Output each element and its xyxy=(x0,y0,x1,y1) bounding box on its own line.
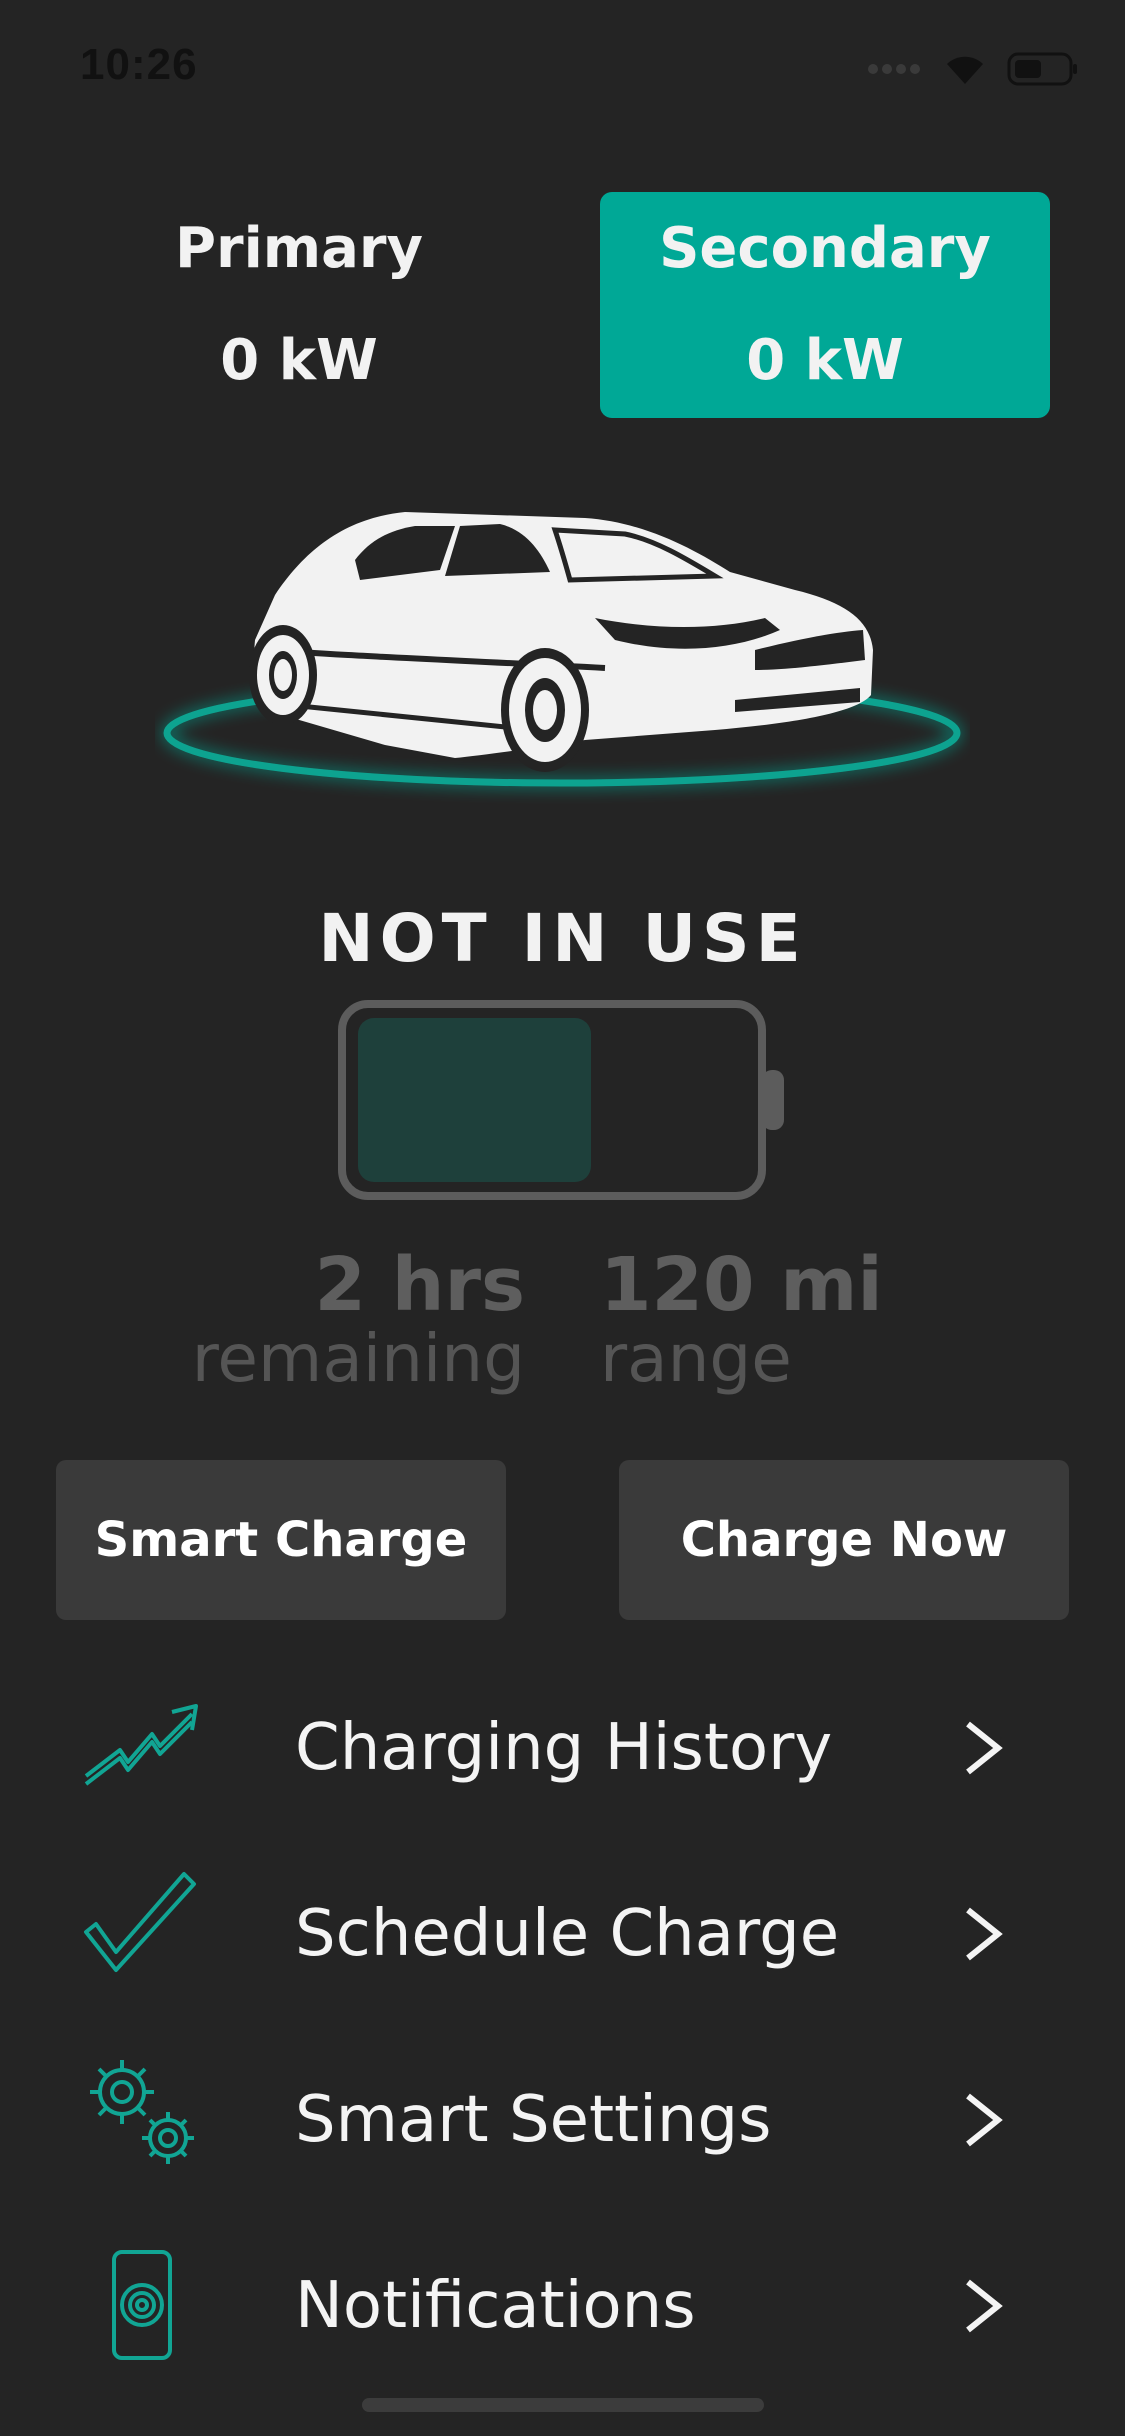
secondary-outlet-label: Secondary xyxy=(659,216,991,281)
menu-label-notifications: Notifications xyxy=(295,2269,696,2343)
car-illustration xyxy=(155,490,970,810)
charging-status: NOT IN USE xyxy=(318,900,807,977)
secondary-outlet-tab[interactable]: Secondary 0 kW xyxy=(600,192,1050,418)
menu-item-smart-settings[interactable]: Smart Settings xyxy=(0,2026,1125,2212)
gears-icon xyxy=(90,2060,194,2164)
chevron-right-icon xyxy=(966,1721,1003,1775)
smart-charge-button[interactable]: Smart Charge xyxy=(56,1460,506,1620)
charge-now-button[interactable]: Charge Now xyxy=(619,1460,1069,1620)
battery-gauge xyxy=(338,1000,798,1200)
menu-item-notifications[interactable]: Notifications xyxy=(0,2212,1125,2398)
menu-label-smart-settings: Smart Settings xyxy=(295,2083,772,2157)
menu-label-charging-history: Charging History xyxy=(295,1711,833,1785)
phone-notification-icon xyxy=(112,2250,172,2360)
range-label: range xyxy=(600,1320,792,1397)
primary-outlet-label: Primary xyxy=(174,216,424,281)
menu-item-schedule-charge[interactable]: Schedule Charge xyxy=(0,1840,1125,2026)
time-remaining-value: 2 hrs xyxy=(314,1242,525,1328)
primary-outlet-tab[interactable]: Primary 0 kW xyxy=(74,192,524,418)
battery-status-icon xyxy=(1007,52,1077,86)
menu-item-charging-history[interactable]: Charging History xyxy=(0,1654,1125,1840)
menu-label-schedule-charge: Schedule Charge xyxy=(295,1897,840,1971)
secondary-outlet-power: 0 kW xyxy=(746,328,904,393)
range-value: 120 mi xyxy=(600,1242,883,1328)
time-remaining-label: remaining xyxy=(191,1320,525,1397)
home-indicator[interactable] xyxy=(362,2398,764,2412)
status-bar: 10:26 xyxy=(0,0,1125,132)
chevron-right-icon xyxy=(966,2093,1003,2147)
primary-outlet-power: 0 kW xyxy=(220,328,378,393)
time-remaining: 2 hrs remaining xyxy=(192,1248,525,1392)
chevron-right-icon xyxy=(966,2279,1003,2333)
trending-up-icon xyxy=(84,1704,198,1786)
checkmark-icon xyxy=(84,1872,196,1972)
battery-fill xyxy=(358,1018,591,1182)
status-time: 10:26 xyxy=(80,40,198,89)
car-icon xyxy=(163,512,961,787)
cellular-signal-icon xyxy=(868,64,920,74)
wifi-icon xyxy=(947,56,983,84)
chevron-right-icon xyxy=(966,1907,1003,1961)
status-icons xyxy=(867,48,1079,90)
range: 120 mi range xyxy=(600,1248,883,1392)
